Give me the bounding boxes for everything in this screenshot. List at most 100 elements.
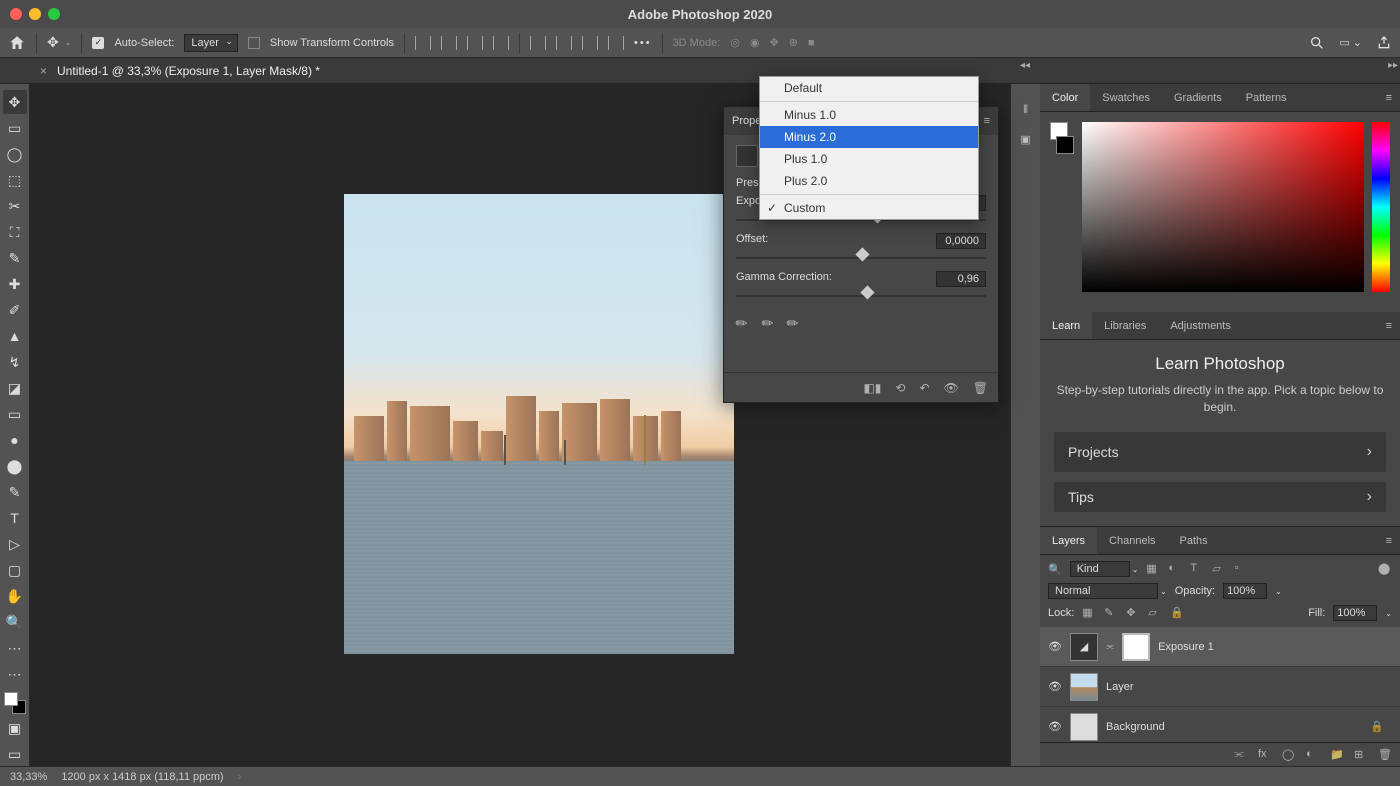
dodge-tool[interactable]: ⬤ — [3, 454, 27, 478]
learn-card-tips[interactable]: Tips › — [1054, 482, 1386, 512]
quick-mask-tool[interactable]: ▣ — [3, 716, 27, 740]
close-window-button[interactable] — [10, 8, 22, 20]
align-center-icon[interactable] — [441, 36, 457, 50]
show-transform-checkbox[interactable] — [248, 37, 260, 49]
tab-layers[interactable]: Layers — [1040, 527, 1097, 554]
search-icon[interactable] — [1309, 35, 1325, 51]
actions-panel-icon[interactable]: ▣ — [1020, 133, 1030, 146]
filter-kind-select[interactable]: Kind — [1070, 561, 1130, 577]
chevron-down-icon[interactable]: ⌄ — [65, 38, 72, 47]
visibility-icon[interactable]: 👁 — [944, 381, 959, 395]
history-brush-tool[interactable]: ↯ — [3, 350, 27, 374]
tab-patterns[interactable]: Patterns — [1234, 84, 1299, 111]
mask-thumb[interactable] — [1122, 633, 1150, 661]
slider-value[interactable]: 0,96 — [936, 271, 986, 287]
move-tool-icon[interactable]: ✥ — [47, 34, 59, 51]
blend-mode-select[interactable]: Normal — [1048, 583, 1158, 599]
delete-icon[interactable]: 🗑 — [973, 381, 988, 395]
eyedropper-black-icon[interactable]: ✎ — [732, 313, 752, 333]
tab-libraries[interactable]: Libraries — [1092, 312, 1158, 339]
healing-tool[interactable]: ✚ — [3, 272, 27, 296]
document-canvas[interactable] — [344, 194, 734, 654]
panel-menu-icon[interactable]: ≡ — [1386, 535, 1400, 547]
slider-thumb[interactable] — [855, 247, 869, 261]
lasso-tool[interactable]: ◯ — [3, 142, 27, 166]
dropdown-item[interactable]: Default — [760, 77, 978, 99]
share-icon[interactable] — [1376, 35, 1392, 51]
filter-adjust-icon[interactable]: ◐ — [1168, 562, 1182, 576]
zoom-level[interactable]: 33,33% — [10, 771, 47, 783]
chevron-right-icon[interactable]: › — [238, 771, 242, 783]
eraser-tool[interactable]: ◪ — [3, 376, 27, 400]
distribute-icon[interactable] — [582, 36, 598, 50]
panel-menu-icon[interactable]: ≡ — [984, 115, 998, 127]
hue-slider[interactable] — [1372, 122, 1390, 292]
collapse-panel-icon[interactable]: ▸▸ — [1388, 60, 1398, 71]
eyedropper-gray-icon[interactable]: ✎ — [757, 313, 777, 333]
filter-toggle-icon[interactable]: ⬤ — [1378, 562, 1392, 576]
shape-tool[interactable]: ▢ — [3, 558, 27, 582]
layer-thumb[interactable] — [1070, 673, 1098, 701]
slider-track[interactable] — [736, 251, 986, 265]
filter-type-icon[interactable]: T — [1190, 562, 1204, 576]
layer-name[interactable]: Layer — [1106, 681, 1134, 693]
path-tool[interactable]: ▷ — [3, 532, 27, 556]
brush-tool[interactable]: ✐ — [3, 298, 27, 322]
layer-row-exposure[interactable]: 👁 ◢ ⫘ Exposure 1 — [1040, 627, 1400, 667]
move-tool[interactable]: ✥ — [3, 90, 27, 114]
auto-select-checkbox[interactable]: ✓ — [92, 37, 104, 49]
clip-icon[interactable]: ◧▮ — [863, 381, 881, 395]
frame-tool[interactable]: ⛶ — [3, 220, 27, 244]
visibility-toggle-icon[interactable]: 👁 — [1048, 640, 1062, 653]
layer-name[interactable]: Exposure 1 — [1158, 641, 1214, 653]
background-swatch[interactable] — [1056, 136, 1074, 154]
more-options-icon[interactable]: ••• — [634, 37, 652, 49]
hand-tool[interactable]: ✋ — [3, 584, 27, 608]
minimize-window-button[interactable] — [29, 8, 41, 20]
new-layer-icon[interactable]: ⊞ — [1354, 748, 1368, 762]
layer-row-background[interactable]: 👁 Background 🔒 — [1040, 707, 1400, 742]
link-icon[interactable]: ⫘ — [1106, 641, 1114, 652]
document-dimensions[interactable]: 1200 px x 1418 px (118,11 ppcm) — [61, 771, 223, 783]
tab-swatches[interactable]: Swatches — [1090, 84, 1162, 111]
align-left-icon[interactable] — [415, 36, 431, 50]
eyedropper-tool[interactable]: ✎ — [3, 246, 27, 270]
blur-tool[interactable]: ● — [3, 428, 27, 452]
layer-name[interactable]: Background — [1106, 721, 1165, 733]
lock-transparency-icon[interactable]: ▦ — [1082, 606, 1096, 620]
maximize-window-button[interactable] — [48, 8, 60, 20]
dropdown-item[interactable]: Plus 2.0 — [760, 170, 978, 192]
previous-state-icon[interactable]: ⟲ — [895, 381, 905, 395]
tab-gradients[interactable]: Gradients — [1162, 84, 1234, 111]
eyedropper-white-icon[interactable]: ✎ — [783, 313, 803, 333]
link-layers-icon[interactable]: ⫘ — [1234, 748, 1248, 762]
crop-tool[interactable]: ✂ — [3, 194, 27, 218]
filter-shape-icon[interactable]: ▱ — [1212, 562, 1226, 576]
visibility-toggle-icon[interactable]: 👁 — [1048, 720, 1062, 733]
dropdown-item[interactable]: Minus 1.0 — [760, 104, 978, 126]
document-tab-title[interactable]: Untitled-1 @ 33,3% (Exposure 1, Layer Ma… — [57, 64, 320, 78]
dropdown-item[interactable]: Minus 2.0 — [760, 126, 978, 148]
dropdown-item[interactable]: Custom — [760, 197, 978, 219]
tab-paths[interactable]: Paths — [1168, 527, 1220, 554]
visibility-toggle-icon[interactable]: 👁 — [1048, 680, 1062, 693]
quick-select-tool[interactable]: ⬚ — [3, 168, 27, 192]
group-icon[interactable]: 📁 — [1330, 748, 1344, 762]
history-panel-icon[interactable]: ⫴ — [1023, 104, 1028, 117]
color-swatches[interactable] — [1050, 122, 1074, 302]
home-icon[interactable] — [8, 34, 26, 52]
layer-thumb[interactable]: ◢ — [1070, 633, 1098, 661]
fx-icon[interactable]: fx — [1258, 748, 1272, 762]
tab-channels[interactable]: Channels — [1097, 527, 1167, 554]
distribute-icon[interactable] — [530, 36, 546, 50]
distribute-icon[interactable] — [556, 36, 572, 50]
layer-thumb[interactable] — [1070, 713, 1098, 741]
color-picker-field[interactable] — [1082, 122, 1364, 292]
screen-mode-tool[interactable]: ▭ — [3, 742, 27, 766]
opacity-input[interactable]: 100% — [1223, 583, 1267, 599]
collapse-panel-icon[interactable]: ◂◂ — [1020, 60, 1030, 71]
lock-artboard-icon[interactable]: ▱ — [1148, 606, 1162, 620]
gradient-tool[interactable]: ▭ — [3, 402, 27, 426]
marquee-tool[interactable]: ▭ — [3, 116, 27, 140]
edit-toolbar[interactable]: ⋯ — [3, 662, 27, 686]
